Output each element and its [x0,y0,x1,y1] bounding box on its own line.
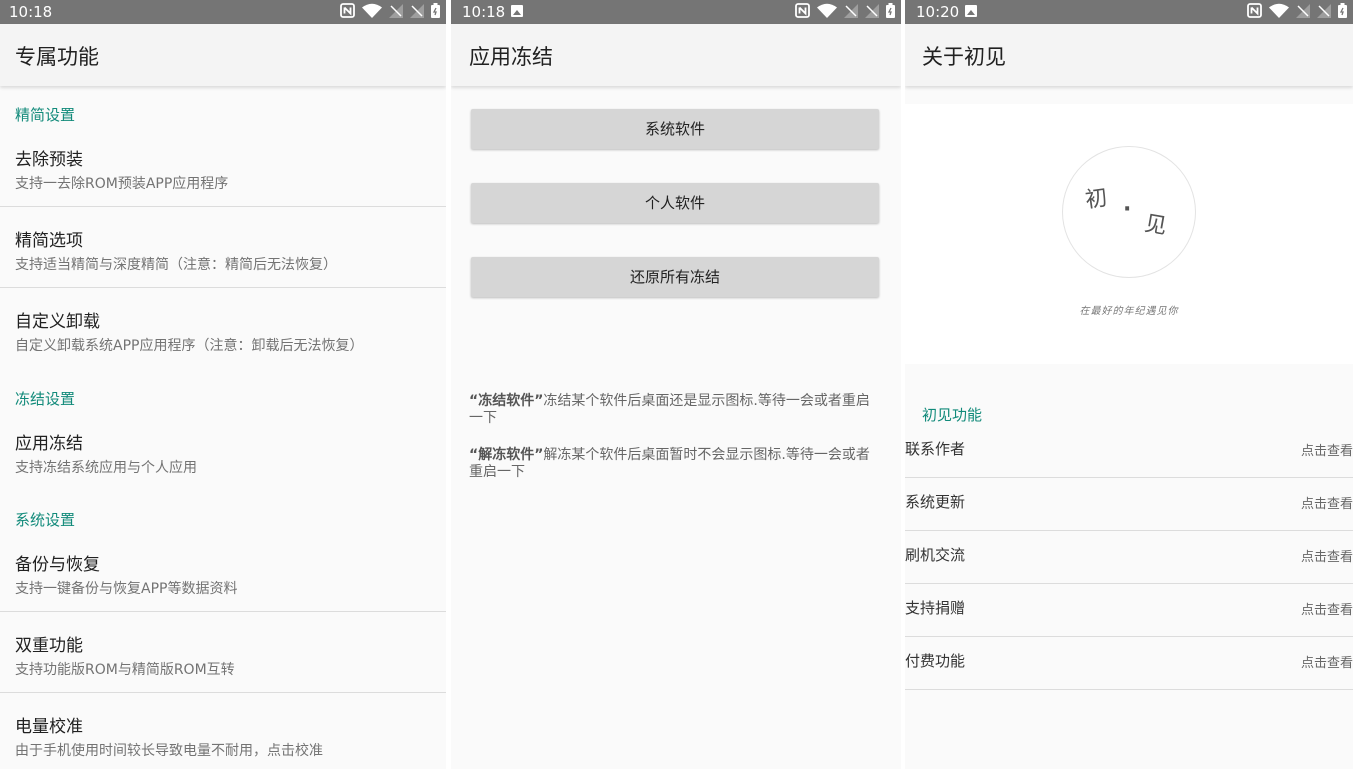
divider [0,287,446,288]
list-item-battery-calibration[interactable]: 电量校准 由于手机使用时间较长导致电量不耐用，点击校准 [0,712,446,760]
row-action: 点击查看 [1300,444,1353,459]
logo-banner: 初 · 见 在最好的年纪遇见你 [905,104,1353,364]
row-action: 点击查看 [1300,550,1353,565]
wifi-icon [817,3,837,18]
status-time: 10:20 [916,3,960,21]
list-item-flash-exchange[interactable]: 刷机交流 点击查看 [905,532,1353,584]
item-title: 精简选项 [15,231,83,251]
battery-icon [886,3,895,18]
signal-icon [1296,3,1310,18]
restore-all-frozen-button[interactable]: 还原所有冻结 [471,257,879,297]
item-subtitle: 支持适当精简与深度精简（注意：精简后无法恢复） [15,257,337,273]
row-action: 点击查看 [1300,603,1353,618]
app-bar: 专属功能 [0,24,446,86]
battery-icon [1338,3,1347,18]
list-item-custom-uninstall[interactable]: 自定义卸载 自定义卸载系统APP应用程序（注意：卸载后无法恢复） [0,307,446,355]
section-header-simplify: 精简设置 [15,106,76,124]
note-label: “冻结软件” [469,393,544,409]
list-item-remove-preinstalled[interactable]: 去除预装 支持一去除ROM预装APP应用程序 [0,145,446,193]
divider [905,583,1353,584]
section-header-features: 初见功能 [922,406,983,424]
item-subtitle: 支持一键备份与恢复APP等数据资料 [15,581,238,597]
row-label: 支持捐赠 [905,599,966,617]
note-label: “解冻软件” [469,447,544,463]
status-bar: 10:18 [0,0,446,24]
screen-about: 10:20 关于初见 初 · 见 在最好的年纪遇见你 初见功能 联系作者 点击查… [905,0,1353,769]
system-apps-button[interactable]: 系统软件 [471,109,879,149]
item-title: 去除预装 [15,150,83,170]
row-label: 刷机交流 [905,546,966,564]
item-subtitle: 自定义卸载系统APP应用程序（注意：卸载后无法恢复） [15,338,364,354]
signal-icon [410,3,424,18]
divider [0,692,446,693]
screen-app-freeze: 10:18 应用冻结 系统软件 个人软件 还原所有冻结 “冻结软件”冻结某个软件… [451,0,901,769]
wifi-icon [362,3,382,18]
app-bar: 应用冻结 [451,24,901,86]
unfreeze-note: “解冻软件”解冻某个软件后桌面暂时不会显示图标.等待一会或者重启一下 [469,447,879,481]
item-title: 电量校准 [15,717,83,737]
divider [905,636,1353,637]
list-item-system-update[interactable]: 系统更新 点击查看 [905,479,1353,531]
page-title: 关于初见 [922,45,1006,69]
logo-char: 初 [1083,185,1109,214]
page-title: 专属功能 [15,45,99,69]
page-title: 应用冻结 [469,45,553,69]
row-label: 系统更新 [905,493,966,511]
item-subtitle: 由于手机使用时间较长导致电量不耐用，点击校准 [15,743,323,759]
nfc-icon [1247,3,1262,18]
item-subtitle: 支持冻结系统应用与个人应用 [15,460,197,476]
status-time: 10:18 [9,3,53,21]
nfc-icon [340,3,355,18]
app-bar: 关于初见 [905,24,1353,86]
status-bar: 10:20 [905,0,1353,24]
divider [0,206,446,207]
list-item-contact-author[interactable]: 联系作者 点击查看 [905,426,1353,478]
screen-exclusive-features: 10:18 专属功能 精简设置 去除预装 支持一去除ROM预装APP应用程序 精… [0,0,446,769]
list-item-support-donation[interactable]: 支持捐赠 点击查看 [905,585,1353,637]
personal-apps-button[interactable]: 个人软件 [471,183,879,223]
status-icons [795,3,895,18]
list-item-paid-features[interactable]: 付费功能 点击查看 [905,638,1353,690]
status-icons [340,3,440,18]
row-label: 联系作者 [905,440,966,458]
image-icon [965,5,977,17]
battery-icon [431,3,440,18]
section-header-system: 系统设置 [15,511,76,529]
row-action: 点击查看 [1300,656,1353,671]
divider [905,530,1353,531]
status-time: 10:18 [462,3,506,21]
logo-circle: 初 · 见 [1062,146,1196,278]
list-item-backup-restore[interactable]: 备份与恢复 支持一键备份与恢复APP等数据资料 [0,550,446,598]
signal-icon [844,3,858,18]
section-header-freeze: 冻结设置 [15,390,76,408]
divider [905,689,1353,690]
status-bar: 10:18 [451,0,901,24]
signal-icon [865,3,879,18]
item-title: 双重功能 [15,636,83,656]
freeze-note: “冻结软件”冻结某个软件后桌面还是显示图标.等待一会或者重启一下 [469,393,879,427]
wifi-icon [1269,3,1289,18]
signal-icon [1317,3,1331,18]
list-item-simplify-options[interactable]: 精简选项 支持适当精简与深度精简（注意：精简后无法恢复） [0,226,446,274]
item-title: 应用冻结 [15,434,83,454]
item-subtitle: 支持一去除ROM预装APP应用程序 [15,176,229,192]
divider [905,477,1353,478]
item-title: 自定义卸载 [15,312,100,332]
image-icon [511,5,523,17]
divider [0,611,446,612]
logo-tagline: 在最好的年纪遇见你 [1079,306,1179,317]
nfc-icon [795,3,810,18]
list-item-dual-function[interactable]: 双重功能 支持功能版ROM与精简版ROM互转 [0,631,446,679]
row-label: 付费功能 [905,652,966,670]
list-item-app-freeze[interactable]: 应用冻结 支持冻结系统应用与个人应用 [0,429,446,477]
signal-icon [389,3,403,18]
item-title: 备份与恢复 [15,555,100,575]
logo-char: 见 [1142,211,1169,240]
row-action: 点击查看 [1300,497,1353,512]
status-icons [1247,3,1347,18]
item-subtitle: 支持功能版ROM与精简版ROM互转 [15,662,235,678]
logo-dot: · [1123,197,1132,222]
